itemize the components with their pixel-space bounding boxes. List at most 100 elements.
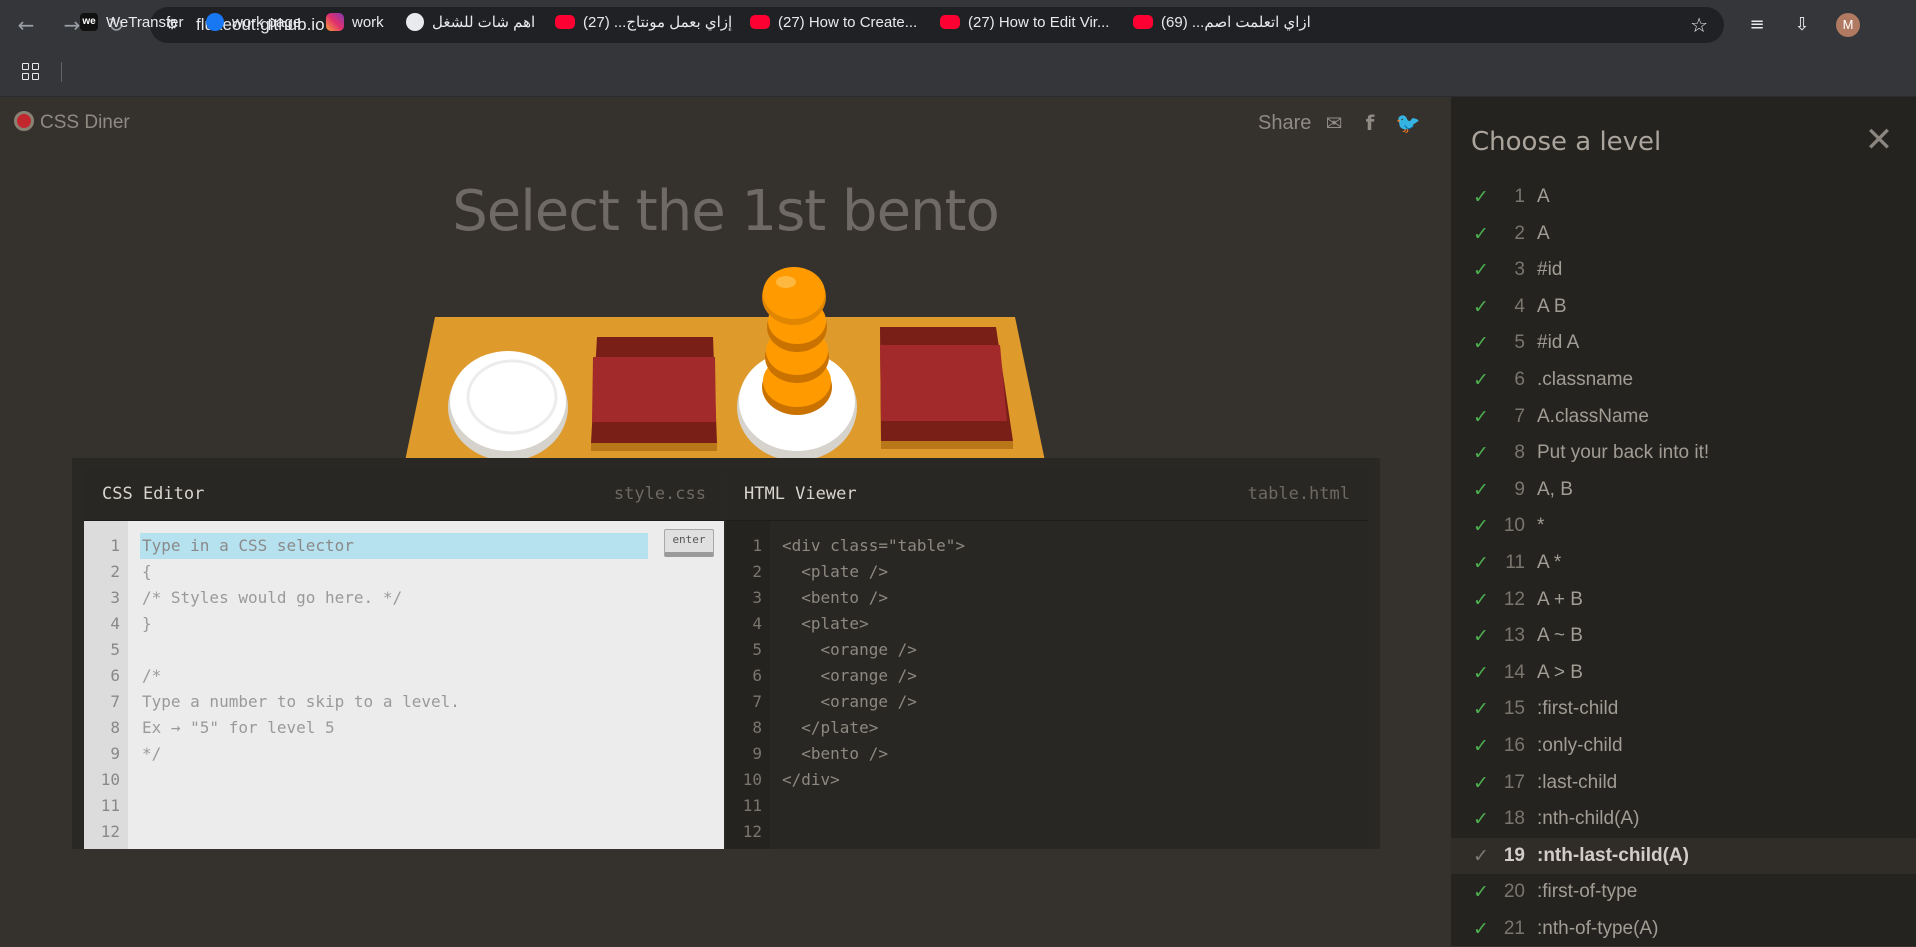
level-item[interactable]: ✓ 17 :last-child (1451, 765, 1916, 801)
css-selector-input[interactable]: Type in a CSS selector (140, 533, 648, 559)
chatgpt-icon (406, 13, 424, 32)
level-item[interactable]: ✓ 8 Put your back into it! (1451, 435, 1916, 471)
level-item[interactable]: ✓ 12 A + B (1451, 582, 1916, 618)
html-line[interactable]: <plate> (782, 611, 868, 637)
bookmark-work[interactable]: work (326, 12, 384, 34)
bookmark-work-page[interactable]: work page (206, 12, 301, 34)
html-line[interactable]: </plate> (782, 715, 878, 741)
bookmark-wetransfer[interactable]: we WeTransfer (80, 12, 184, 34)
checkmark-icon: ✓ (1473, 808, 1489, 831)
twitter-icon[interactable]: 🐦 (1395, 111, 1421, 135)
bookmark-chat[interactable]: اهم شات للشغل (406, 12, 535, 34)
bookmark-video-1[interactable]: إزاي بعمل مونتاج... (27) (555, 12, 732, 34)
bookmark-star-icon[interactable]: ☆ (1690, 13, 1708, 37)
level-name: A B (1537, 295, 1567, 317)
level-number: 4 (1514, 295, 1525, 317)
code-line: Ex → "5" for level 5 (142, 718, 335, 737)
level-item[interactable]: ✓ 9 A, B (1451, 472, 1916, 508)
checkmark-icon: ✓ (1473, 405, 1489, 428)
html-line[interactable]: <bento /> (782, 741, 888, 767)
line-number: 1 (752, 536, 762, 555)
html-line[interactable]: <plate /> (782, 559, 888, 585)
bookmark-video-3[interactable]: (27) How to Edit Vir... (940, 12, 1109, 34)
logo[interactable]: CSS Diner (14, 110, 130, 134)
profile-avatar[interactable]: M (1836, 13, 1860, 37)
address-bar[interactable]: ⚙ flukeout.github.io ☆ (150, 7, 1724, 43)
sidebar-title: Choose a level (1471, 127, 1662, 157)
level-number: 3 (1514, 259, 1525, 281)
checkmark-icon: ✓ (1473, 661, 1489, 684)
level-number: 17 (1503, 771, 1525, 793)
css-line-gutter: 1 2 3 4 5 6 7 8 9 10 11 12 (84, 521, 128, 849)
level-item[interactable]: ✓ 5 #id A (1451, 325, 1916, 361)
level-item[interactable]: ✓ 20:first-of-type (1451, 874, 1916, 910)
html-line[interactable]: <div class="table"> (782, 533, 965, 559)
youtube-icon (555, 15, 575, 30)
line-number: 3 (752, 588, 762, 607)
level-name: A (1537, 222, 1550, 244)
apps-grid-icon[interactable] (22, 63, 40, 81)
line-number: 5 (752, 640, 762, 659)
bookmarks-separator (61, 62, 62, 82)
checkmark-icon: ✓ (1473, 771, 1489, 794)
checkmark-icon: ✓ (1473, 735, 1489, 757)
level-item[interactable]: ✓ 4 A B (1451, 289, 1916, 325)
level-item[interactable]: ✓ 18:nth-child(A) (1451, 801, 1916, 837)
code-line: } (142, 614, 152, 633)
level-number: 10 (1503, 515, 1525, 537)
facebook-share-icon[interactable]: f (1357, 111, 1383, 135)
level-item[interactable]: ✓ 16 :only-child (1451, 728, 1916, 764)
facebook-icon (206, 13, 224, 32)
level-item[interactable]: ✓ 10 * (1451, 508, 1916, 544)
level-item[interactable]: ✓ 11 A * (1451, 545, 1916, 581)
level-name: :last-child (1537, 771, 1618, 793)
level-item[interactable]: ✓ 15:first-child (1451, 691, 1916, 727)
level-item[interactable]: ✓ 3 #id (1451, 252, 1916, 288)
level-item[interactable]: ✓ 7 A.className (1451, 399, 1916, 435)
checkmark-icon: ✓ (1473, 918, 1489, 940)
level-item[interactable]: ✓ 19:nth-last-child(A) (1451, 837, 1916, 874)
bookmarks-bar (0, 50, 1916, 97)
enter-button[interactable]: enter (664, 529, 714, 557)
line-number: 8 (110, 718, 120, 737)
line-number: 4 (110, 614, 120, 633)
back-arrow-icon[interactable]: ← (14, 13, 38, 37)
checkmark-icon: ✓ (1473, 222, 1489, 245)
level-name: .classname (1537, 369, 1634, 390)
bookmark-video-2[interactable]: (27) How to Create... (750, 12, 917, 34)
level-item[interactable]: ✓ 13 A ~ B (1451, 618, 1916, 654)
html-line[interactable]: <bento /> (782, 585, 888, 611)
css-editor-title: CSS Editor (102, 484, 205, 504)
html-line[interactable]: </div> (782, 767, 840, 793)
wetransfer-icon: we (80, 13, 98, 32)
bookmark-video-4[interactable]: ازاي اتعلمت اصم... (69) (1133, 12, 1311, 34)
level-item[interactable]: ✓ 2 A (1451, 216, 1916, 252)
html-line[interactable]: <orange /> (782, 689, 917, 715)
checkmark-icon: ✓ (1473, 515, 1489, 538)
checkmark-icon: ✓ (1473, 698, 1489, 721)
line-number: 12 (742, 822, 762, 841)
checkmark-icon: ✓ (1473, 478, 1489, 501)
html-line[interactable]: <orange /> (782, 663, 917, 689)
html-line[interactable]: <orange /> (782, 637, 917, 663)
level-name: :first-of-type (1537, 881, 1638, 903)
level-item[interactable]: ✓ 14 A > B (1451, 655, 1916, 691)
email-icon[interactable]: ✉ (1321, 111, 1347, 135)
level-item[interactable]: ✓ 21:nth-of-type(A) (1451, 911, 1916, 947)
download-icon[interactable]: ⇩ (1789, 13, 1815, 37)
level-sidebar: Choose a level ✕ ✓ 1 A ✓ 2 A ✓ 3 #id ✓ 4 A B ✓ 5 #id A… (1451, 97, 1916, 946)
level-number: 21 (1503, 918, 1525, 939)
level-item[interactable]: ✓ 1 A (1451, 179, 1916, 215)
line-number: 7 (752, 692, 762, 711)
level-name: :only-child (1537, 735, 1623, 756)
level-name: A, B (1537, 478, 1573, 500)
html-viewer-title: HTML Viewer (744, 484, 857, 504)
level-number: 16 (1503, 735, 1525, 756)
close-icon[interactable]: ✕ (1864, 123, 1894, 157)
level-number: 19 (1503, 844, 1525, 866)
html-viewer: 1 2 3 4 5 6 7 8 9 10 11 12 <div class="t… (726, 521, 1368, 849)
level-item[interactable]: ✓ 6 .classname (1451, 362, 1916, 398)
level-instruction: Select the 1st bento (452, 179, 1000, 244)
checkmark-icon: ✓ (1473, 625, 1489, 648)
media-queue-icon[interactable]: ≡ (1744, 13, 1770, 37)
